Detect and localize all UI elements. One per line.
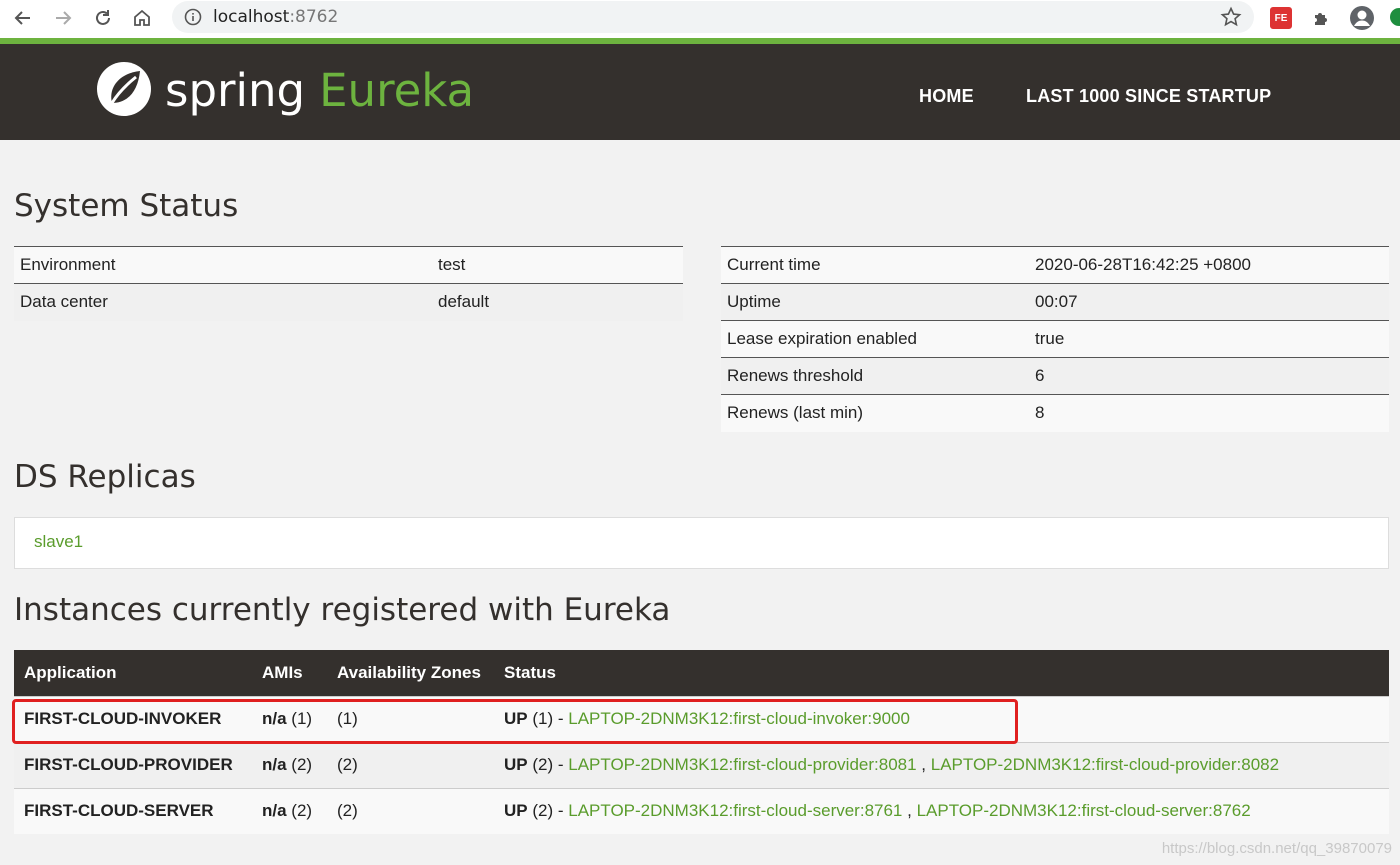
table-row: FIRST-CLOUD-INVOKER n/a (1) (1) UP (1) -…	[14, 695, 1389, 742]
col-header-amis: AMIs	[252, 650, 327, 696]
status-cell: UP (2) - LAPTOP-2DNM3K12:first-cloud-ser…	[494, 787, 1389, 834]
system-status-title: System Status	[14, 188, 239, 224]
brand-title[interactable]: spring Eureka	[165, 65, 474, 117]
instance-link[interactable]: LAPTOP-2DNM3K12:first-cloud-provider:808…	[931, 755, 1279, 774]
instances-table: Application AMIs Availability Zones Stat…	[14, 650, 1389, 834]
zones-cell: (1)	[327, 695, 494, 742]
link-separator: ,	[902, 801, 917, 821]
app-name: FIRST-CLOUD-SERVER	[14, 787, 252, 834]
table-row: FIRST-CLOUD-PROVIDER n/a (2) (2) UP (2) …	[14, 741, 1389, 788]
status-label: Uptime	[721, 283, 1029, 321]
amis-value: n/a	[262, 755, 287, 774]
amis-value: n/a	[262, 801, 287, 821]
home-icon[interactable]	[127, 4, 157, 32]
sync-icon[interactable]	[1390, 8, 1400, 26]
status-label: Lease expiration enabled	[721, 320, 1029, 358]
ds-replicas-title: DS Replicas	[14, 459, 196, 495]
brand-eureka: Eureka	[319, 64, 475, 117]
col-header-zones: Availability Zones	[327, 650, 494, 696]
spring-leaf-icon[interactable]	[94, 59, 154, 124]
instance-link[interactable]: LAPTOP-2DNM3K12:first-cloud-invoker:9000	[568, 709, 910, 728]
status-value: test	[432, 246, 683, 284]
status-value: true	[1029, 320, 1389, 358]
status-label: Environment	[14, 246, 432, 284]
status-count: (2) -	[527, 801, 569, 821]
status-up: UP	[504, 755, 528, 774]
col-header-status: Status	[494, 650, 1389, 696]
amis-count: (2)	[286, 801, 313, 821]
extension-icon[interactable]: FE	[1268, 5, 1294, 31]
system-status-left-table: Environment test Data center default	[14, 246, 683, 321]
status-label: Current time	[721, 246, 1029, 284]
zones-cell: (2)	[327, 787, 494, 834]
watermark: https://blog.csdn.net/qq_39870079	[1161, 840, 1392, 857]
extension-label: FE	[1270, 7, 1292, 29]
status-up: UP	[504, 801, 528, 821]
status-value: 2020-06-28T16:42:25 +0800	[1029, 246, 1389, 284]
system-status-right-table: Current time 2020-06-28T16:42:25 +0800 U…	[721, 246, 1389, 432]
browser-toolbar: localhost:8762 FE	[0, 0, 1400, 38]
status-row: Renews threshold 6	[721, 357, 1389, 395]
info-icon[interactable]	[184, 8, 202, 31]
table-row: FIRST-CLOUD-SERVER n/a (2) (2) UP (2) - …	[14, 787, 1389, 834]
amis-cell: n/a (1)	[252, 695, 327, 742]
status-label: Data center	[14, 283, 432, 321]
nav-last-1000[interactable]: LAST 1000 SINCE STARTUP	[1026, 86, 1271, 107]
link-separator: ,	[916, 755, 931, 774]
col-header-application: Application	[14, 650, 252, 696]
status-count: (2) -	[527, 755, 569, 774]
status-value: 6	[1029, 357, 1389, 395]
app-name: FIRST-CLOUD-INVOKER	[14, 695, 252, 742]
back-icon[interactable]	[8, 4, 38, 32]
status-row: Current time 2020-06-28T16:42:25 +0800	[721, 246, 1389, 284]
amis-value: n/a	[262, 709, 287, 728]
status-label: Renews threshold	[721, 357, 1029, 395]
instances-header-row: Application AMIs Availability Zones Stat…	[14, 650, 1389, 696]
reload-icon[interactable]	[88, 4, 118, 32]
star-icon[interactable]	[1220, 6, 1242, 33]
status-row: Data center default	[14, 283, 683, 321]
nav-home[interactable]: HOME	[919, 86, 974, 107]
status-cell: UP (1) - LAPTOP-2DNM3K12:first-cloud-inv…	[494, 695, 1389, 742]
status-label: Renews (last min)	[721, 394, 1029, 432]
amis-count: (1)	[286, 709, 313, 728]
status-count: (1) -	[527, 709, 569, 728]
brand-spring: spring	[165, 64, 306, 117]
amis-cell: n/a (2)	[252, 787, 327, 834]
instances-title: Instances currently registered with Eure…	[14, 592, 671, 628]
puzzle-icon[interactable]	[1309, 5, 1335, 31]
profile-icon[interactable]	[1349, 5, 1375, 31]
app-name: FIRST-CLOUD-PROVIDER	[14, 741, 252, 788]
instance-link[interactable]: LAPTOP-2DNM3K12:first-cloud-server:8762	[917, 801, 1251, 820]
status-value: 00:07	[1029, 283, 1389, 321]
eureka-header: spring Eureka HOME LAST 1000 SINCE STARTU…	[0, 38, 1400, 140]
status-value: default	[432, 283, 683, 321]
status-up: UP	[504, 709, 528, 728]
status-cell: UP (2) - LAPTOP-2DNM3K12:first-cloud-pro…	[494, 741, 1389, 788]
address-bar[interactable]: localhost:8762	[172, 1, 1254, 33]
status-row: Environment test	[14, 246, 683, 284]
status-row: Lease expiration enabled true	[721, 320, 1389, 358]
instance-link[interactable]: LAPTOP-2DNM3K12:first-cloud-provider:808…	[568, 755, 916, 774]
replica-link[interactable]: slave1	[34, 532, 83, 552]
status-row: Renews (last min) 8	[721, 394, 1389, 432]
status-value: 8	[1029, 394, 1389, 432]
instance-link[interactable]: LAPTOP-2DNM3K12:first-cloud-server:8761	[568, 801, 902, 820]
amis-cell: n/a (2)	[252, 741, 327, 788]
status-row: Uptime 00:07	[721, 283, 1389, 321]
ds-replicas-list: slave1	[14, 517, 1389, 569]
zones-cell: (2)	[327, 741, 494, 788]
amis-count: (2)	[286, 755, 313, 774]
url-text: localhost:8762	[213, 7, 339, 27]
forward-icon[interactable]	[48, 4, 78, 32]
